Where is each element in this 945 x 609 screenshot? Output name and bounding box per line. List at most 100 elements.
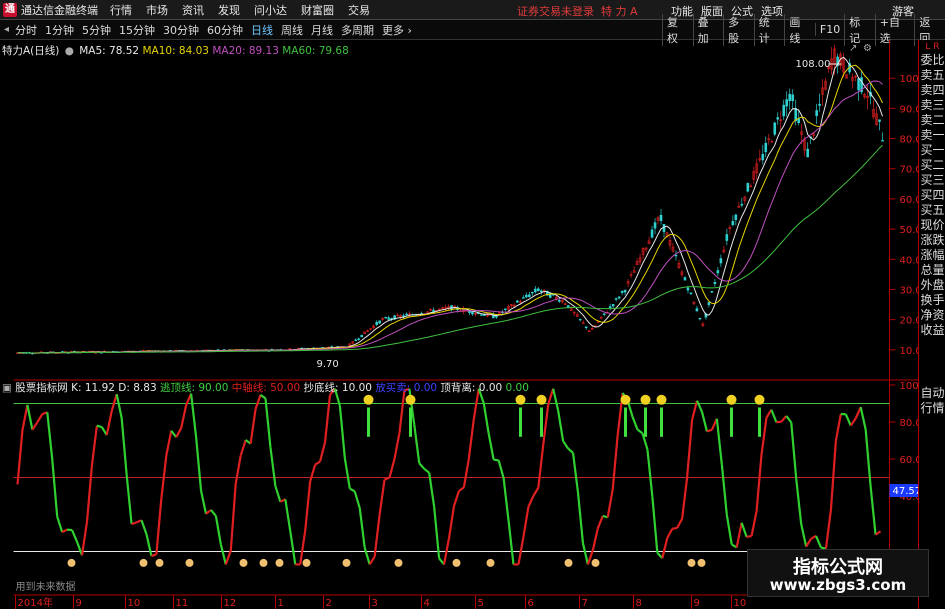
kd-segment	[567, 447, 574, 454]
side-panel-item[interactable]: 卖二	[919, 114, 945, 127]
kd-segment	[591, 528, 599, 551]
side-panel-bottom-item[interactable]: 行情	[919, 402, 945, 415]
kd-segment	[829, 440, 837, 510]
kd-segment	[824, 509, 833, 549]
kd-segment	[274, 485, 282, 503]
indicator-mid-line: 中轴线: 50.00	[231, 382, 301, 394]
tab-daily[interactable]: 日线	[251, 22, 273, 38]
tab-30min[interactable]: 30分钟	[163, 22, 199, 38]
kd-segment	[299, 530, 307, 565]
menu-market-quotes[interactable]: 行情	[110, 2, 132, 18]
candle-body	[815, 110, 818, 117]
side-panel-item[interactable]: 买二	[919, 159, 945, 172]
side-panel-item[interactable]: 现价	[919, 219, 945, 232]
side-panel-item[interactable]: 涨跌	[919, 234, 945, 247]
side-panel-item[interactable]: 买三	[919, 174, 945, 187]
side-panel-item[interactable]: 买四	[919, 189, 945, 202]
kd-segment	[576, 492, 585, 544]
candle-body	[746, 183, 750, 192]
menu-news[interactable]: 资讯	[182, 2, 204, 18]
side-panel-item[interactable]: 卖五	[919, 69, 945, 82]
side-panel-item[interactable]: 卖一	[919, 129, 945, 142]
side-panel-item[interactable]: 买五	[919, 204, 945, 217]
kd-segment	[131, 521, 137, 526]
candle-body	[531, 291, 534, 294]
tab-monthly[interactable]: 月线	[311, 22, 333, 38]
candle-body	[761, 153, 765, 161]
side-panel-item[interactable]: 委比	[919, 54, 945, 67]
indicator-divergence: 顶背离: 0.00	[440, 382, 503, 394]
tab-15min[interactable]: 15分钟	[119, 22, 155, 38]
kd-segment	[849, 417, 857, 427]
tab-multi-period[interactable]: 多周期	[341, 22, 374, 38]
candle-body	[623, 289, 627, 293]
kd-segment	[493, 458, 499, 462]
candle-body	[716, 270, 720, 274]
kd-segment	[834, 413, 842, 441]
expand-icon[interactable]: ↗	[849, 43, 857, 54]
indicator-menu-icon[interactable]: ▣	[2, 382, 12, 394]
kd-segment	[145, 533, 153, 557]
indicator-legend: ▣ 股票指标网 K: 11.92 D: 8.83 逃顶线: 90.00 中轴线:…	[2, 380, 529, 395]
sell-signal-dot	[405, 394, 416, 405]
side-panel-bottom-item[interactable]: 自动	[919, 387, 945, 400]
date-tick-label: 10	[128, 598, 141, 609]
kd-segment	[96, 424, 103, 429]
kd-segment	[229, 483, 237, 551]
side-panel-item[interactable]: 净资	[919, 309, 945, 322]
kd-segment	[170, 430, 178, 438]
panel-indicator-icon[interactable]: L R	[919, 42, 945, 52]
kd-segment	[562, 440, 569, 450]
tab-intraday[interactable]: 分时	[15, 22, 37, 38]
candlestick-pane[interactable]: 100.0090.0080.0070.0060.0050.0040.0030.0…	[13, 40, 935, 381]
tab-weekly[interactable]: 周线	[281, 22, 303, 38]
side-panel-item[interactable]: 收益	[919, 324, 945, 337]
kd-segment	[214, 515, 222, 545]
indicator-d: D: 8.83	[118, 382, 157, 394]
side-panel-item[interactable]: 外盘	[919, 279, 945, 292]
candle-body	[480, 314, 483, 316]
sell-signal-dot	[536, 394, 547, 405]
side-panel-item[interactable]: 换手	[919, 294, 945, 307]
watermark-badge: 指标公式网 www.zbgs3.com	[747, 549, 929, 597]
kd-segment	[349, 487, 356, 493]
settings-icon[interactable]: ⚙	[863, 43, 872, 54]
login-hint[interactable]: 证券交易未登录 特 力 A	[517, 3, 638, 19]
side-panel-item[interactable]: 涨幅	[919, 249, 945, 262]
side-panel-item[interactable]: 总量	[919, 264, 945, 277]
candle-body	[707, 302, 711, 306]
menu-wealth[interactable]: 财富圈	[301, 2, 334, 18]
candle-body	[791, 94, 795, 101]
tab-5min[interactable]: 5分钟	[82, 22, 111, 38]
date-tick-label: 2	[326, 598, 332, 609]
kd-segment	[239, 439, 247, 456]
chart-area[interactable]: 100.0090.0080.0070.0060.0050.0040.0030.0…	[0, 40, 945, 609]
side-panel-item[interactable]: 买一	[919, 144, 945, 157]
indicator-title[interactable]: 股票指标网	[15, 382, 68, 394]
side-panel-item[interactable]: 卖四	[919, 84, 945, 97]
candle-body	[557, 299, 561, 302]
settings-dot-icon[interactable]: ●	[65, 45, 74, 57]
period-toolbar: ◂ 分时 1分钟 5分钟 15分钟 30分钟 60分钟 日线 周线 月线 多周期…	[0, 13, 945, 46]
tab-60min[interactable]: 60分钟	[207, 22, 243, 38]
menu-market[interactable]: 市场	[146, 2, 168, 18]
kd-segment	[795, 478, 803, 525]
kd-segment	[557, 410, 565, 442]
f10-button[interactable]: F10	[814, 23, 844, 36]
kd-segment	[681, 477, 689, 519]
tab-more[interactable]: 更多 ›	[382, 22, 412, 38]
candle-body	[453, 305, 456, 308]
menu-ask[interactable]: 问小达	[254, 2, 287, 18]
app-logo: 通	[3, 2, 17, 17]
side-panel-item[interactable]: 卖三	[919, 99, 945, 112]
candle-body	[695, 308, 699, 312]
menu-trade[interactable]: 交易	[348, 2, 370, 18]
back-arrow-icon[interactable]: ◂	[4, 24, 9, 35]
menu-discover[interactable]: 发现	[218, 2, 240, 18]
kd-segment	[180, 404, 188, 429]
candle-body	[788, 93, 792, 102]
ma10-value: MA10: 84.03	[142, 45, 209, 57]
tab-1min[interactable]: 1分钟	[45, 22, 74, 38]
candle-body	[881, 140, 884, 142]
sell-signal-dot	[640, 394, 651, 405]
